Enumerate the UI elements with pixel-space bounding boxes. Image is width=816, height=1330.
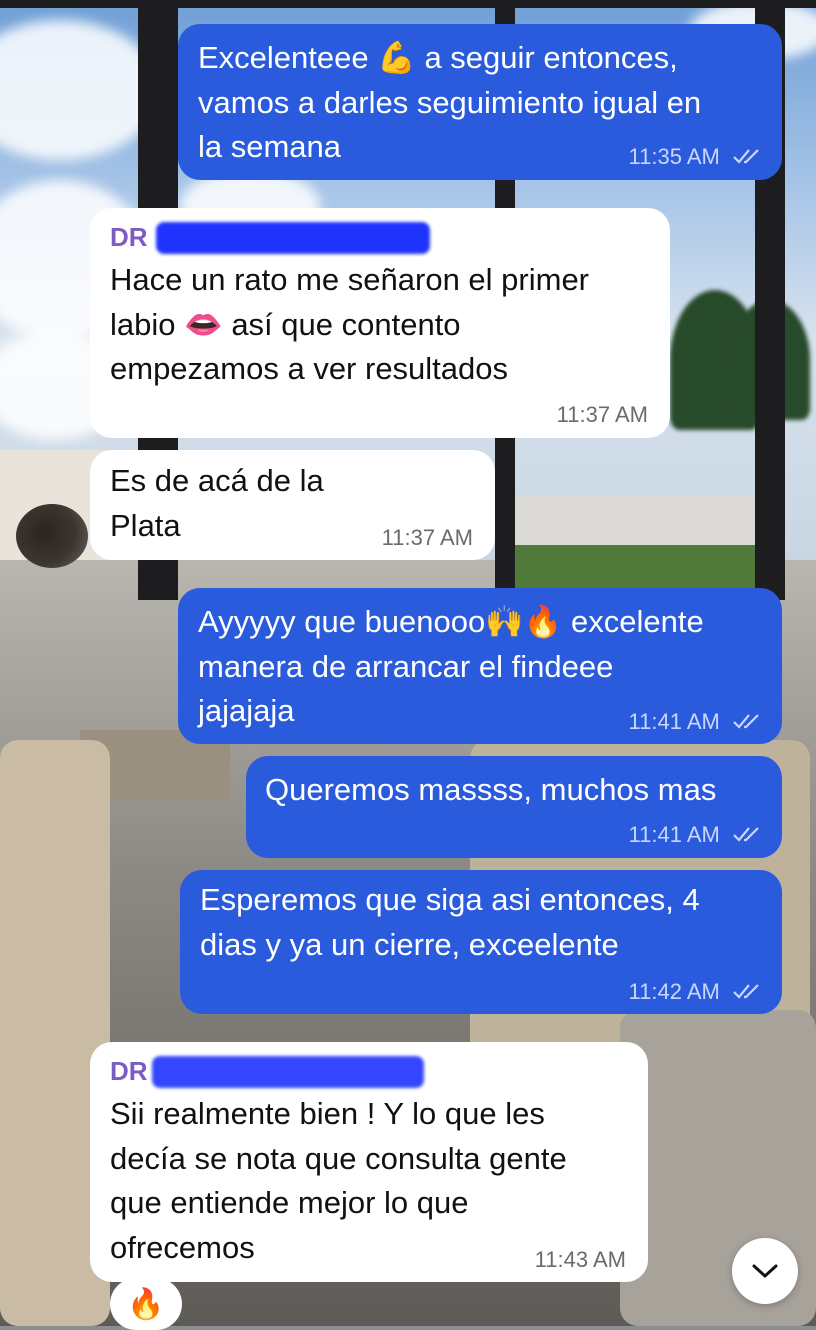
redaction-bar (156, 222, 430, 254)
message-text: Hace un rato me señaron el primer labio … (110, 262, 590, 386)
message-bubble-outgoing[interactable]: Ayyyyy que buenooo🙌🔥 excelente manera de… (178, 588, 782, 744)
message-bubble-outgoing[interactable]: Queremos massss, muchos mas 11:41 AM (246, 756, 782, 858)
double-check-icon (733, 827, 759, 842)
message-bubble-outgoing[interactable]: Excelenteee 💪 a seguir entonces, vamos a… (178, 24, 782, 180)
redaction-bar (152, 1056, 424, 1088)
avatar[interactable] (16, 504, 88, 568)
message-bubble-outgoing[interactable]: Esperemos que siga asi entonces, 4 dias … (180, 870, 782, 1014)
message-time: 11:37 AM (381, 525, 473, 550)
message-time: 11:43 AM (534, 1247, 626, 1272)
message-time: 11:35 AM (629, 144, 764, 170)
message-time: 11:37 AM (556, 402, 648, 427)
double-check-icon (733, 149, 759, 164)
message-time: 11:41 AM (629, 822, 764, 848)
sender-name: DR (110, 222, 148, 252)
message-text: Es de acá de la Plata (110, 463, 324, 543)
message-text: Esperemos que siga asi entonces, 4 dias … (200, 882, 700, 962)
message-text: Queremos massss, muchos mas (265, 772, 717, 807)
double-check-icon (733, 714, 759, 729)
message-text: Excelenteee 💪 a seguir entonces, vamos a… (198, 40, 702, 164)
message-time: 11:42 AM (629, 979, 764, 1005)
message-reaction[interactable]: 🔥 (110, 1278, 182, 1330)
message-text: Sii realmente bien ! Y lo que les decía … (110, 1096, 567, 1265)
message-time: 11:41 AM (629, 709, 764, 735)
scroll-to-bottom-button[interactable] (732, 1238, 798, 1304)
message-bubble-incoming[interactable]: DR Sii realmente bien ! Y lo que les dec… (90, 1042, 648, 1282)
message-bubble-incoming[interactable]: Es de acá de la Plata 11:37 AM (90, 450, 495, 560)
sender-name: DR (110, 1056, 148, 1086)
chevron-down-icon (752, 1264, 778, 1278)
message-bubble-incoming[interactable]: DR Hace un rato me señaron el primer lab… (90, 208, 670, 438)
double-check-icon (733, 984, 759, 999)
